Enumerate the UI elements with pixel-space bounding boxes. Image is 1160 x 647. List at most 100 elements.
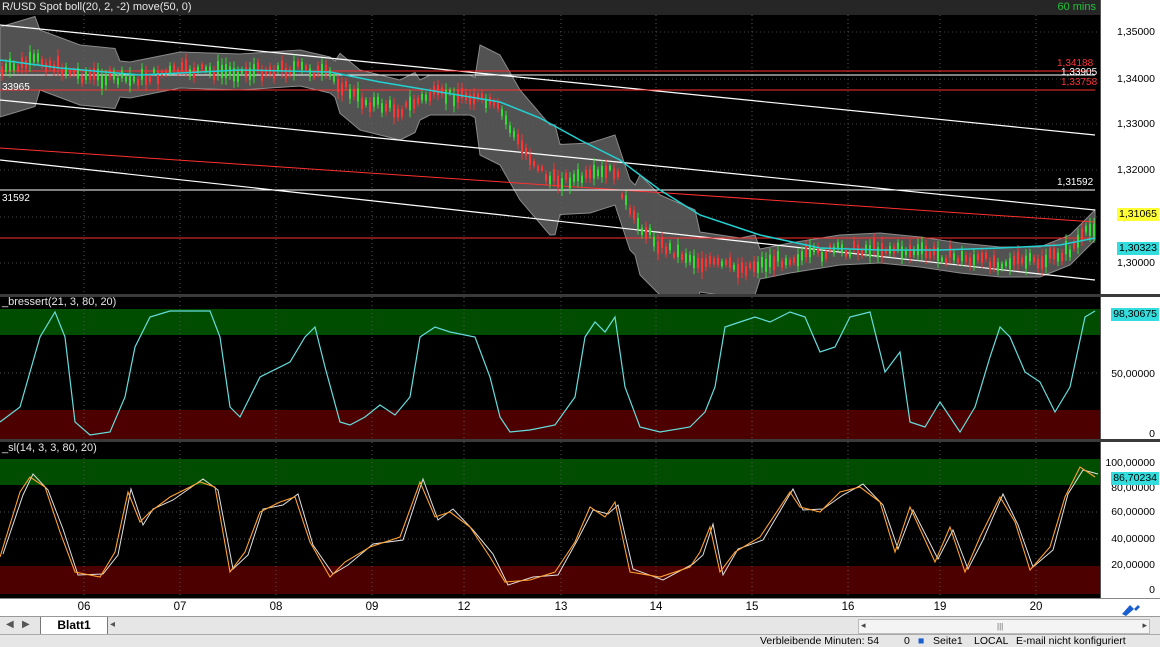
candle-body — [861, 250, 863, 256]
draw-tool-corner[interactable] — [1100, 598, 1160, 617]
candle-body — [821, 252, 823, 262]
candle-body — [853, 240, 855, 250]
candle-body — [289, 69, 291, 75]
price-chart-panel[interactable]: R/USD Spot boll(20, 2, -2) move(50, 0) 6… — [0, 0, 1100, 294]
stochastic-indicator-panel[interactable]: _sl(14, 3, 3, 80, 20) — [0, 442, 1100, 598]
candle-body — [837, 242, 839, 249]
interval-label[interactable]: 60 mins — [1057, 1, 1096, 13]
candle-body — [313, 72, 315, 78]
stochastic-tick: 100,00000 — [1105, 457, 1155, 469]
date-label: 14 — [649, 601, 663, 613]
date-label: 12 — [457, 601, 471, 613]
bressert-tick: 0 — [1149, 428, 1155, 439]
candle-body — [413, 99, 415, 109]
candle-body — [921, 242, 923, 255]
candle-body — [1049, 248, 1051, 259]
candle-body — [1053, 248, 1055, 260]
time-axis[interactable]: 06 07 08 09 12 13 14 15 16 19 20 — [0, 598, 1100, 617]
sheet-tab-blatt1[interactable]: Blatt1 — [40, 617, 108, 635]
candle-body — [605, 165, 607, 179]
candle-body — [953, 253, 955, 261]
candle-body — [93, 68, 95, 80]
price-axis[interactable]: 1,35000 1,34000 1,33000 1,32000 1,31000 … — [1100, 0, 1160, 294]
candle-body — [153, 68, 155, 74]
candle-body — [649, 227, 651, 235]
price-tick: 1,32000 — [1117, 164, 1155, 176]
candle-body — [1089, 223, 1091, 236]
candle-body — [69, 70, 71, 76]
stochastic-chart-canvas[interactable] — [0, 442, 1100, 598]
horizontal-scrollbar[interactable]: ◂ ||| ▸ — [858, 619, 1150, 634]
candle-body — [445, 89, 447, 104]
candle-body — [825, 251, 827, 259]
bressert-axis[interactable]: 50,00000 0 98,30675 — [1100, 297, 1160, 439]
candle-body — [545, 173, 547, 182]
candle-body — [505, 115, 507, 125]
candle-body — [673, 253, 675, 258]
candle-body — [1093, 224, 1095, 237]
candle-body — [61, 67, 63, 77]
scroll-left-icon[interactable]: ◂ — [861, 620, 866, 631]
candle-body — [385, 103, 387, 112]
candle-body — [97, 68, 99, 81]
date-label: 15 — [745, 601, 759, 613]
candle-body — [797, 254, 799, 267]
candle-body — [629, 207, 631, 215]
candle-body — [877, 247, 879, 258]
candle-body — [425, 94, 427, 101]
scroll-right-icon[interactable]: ▶ — [22, 619, 30, 630]
candle-body — [237, 71, 239, 83]
candle-body — [497, 101, 499, 109]
bressert-chart-canvas[interactable] — [0, 297, 1100, 439]
price-chart-canvas[interactable] — [0, 0, 1100, 294]
candle-body — [149, 76, 151, 83]
candle-body — [133, 76, 135, 82]
scroll-right-icon[interactable]: ▸ — [1142, 620, 1147, 631]
candle-body — [529, 154, 531, 165]
candle-body — [613, 168, 615, 180]
candle-body — [633, 210, 635, 220]
candle-body — [557, 175, 559, 188]
candle-body — [9, 58, 11, 72]
date-label: 13 — [554, 601, 568, 613]
candle-body — [417, 97, 419, 104]
candle-body — [845, 250, 847, 257]
candle-body — [1029, 252, 1031, 262]
candle-body — [1037, 258, 1039, 269]
stochastic-axis[interactable]: 100,00000 80,00000 60,00000 40,00000 20,… — [1100, 442, 1160, 598]
candle-body — [261, 70, 263, 81]
candle-body — [549, 175, 551, 185]
candle-body — [969, 257, 971, 267]
candle-body — [873, 238, 875, 250]
candle-body — [685, 253, 687, 263]
candle-body — [753, 261, 755, 272]
resistance-level-label: 1,33758 — [1061, 77, 1098, 88]
candle-body — [185, 59, 187, 72]
pen-icon[interactable] — [1100, 599, 1160, 617]
bressert-indicator-panel[interactable]: _bressert(21, 3, 80, 20) — [0, 297, 1100, 439]
candle-body — [297, 61, 299, 67]
scroll-grip-icon[interactable]: ||| — [997, 622, 1003, 631]
tab-scroll-icon[interactable]: ◂ — [110, 619, 115, 630]
stochastic-panel-title: _sl(14, 3, 3, 80, 20) — [2, 442, 97, 454]
candle-body — [785, 258, 787, 266]
candle-body — [533, 161, 535, 167]
sheet-tab-bar: ◀ ▶ Blatt1 ◂ ◂ ||| ▸ — [0, 616, 1160, 635]
scroll-left-icon[interactable]: ◀ — [6, 619, 14, 630]
candle-body — [929, 251, 931, 258]
candle-body — [661, 237, 663, 248]
candle-body — [805, 245, 807, 258]
candle-body — [473, 93, 475, 105]
status-bar: Verbleibende Minuten: 54 0 ■ Seite1 LOCA… — [0, 634, 1160, 647]
candle-body — [641, 227, 643, 236]
candle-body — [353, 88, 355, 97]
candle-body — [941, 257, 943, 262]
candle-body — [409, 96, 411, 111]
candle-body — [105, 74, 107, 86]
left-level-label: 31592 — [2, 193, 30, 204]
stochastic-tick: 0 — [1149, 584, 1155, 596]
candle-body — [713, 258, 715, 265]
candle-body — [957, 257, 959, 263]
level-label: 1,31592 — [1057, 177, 1094, 188]
candle-body — [1081, 228, 1083, 241]
